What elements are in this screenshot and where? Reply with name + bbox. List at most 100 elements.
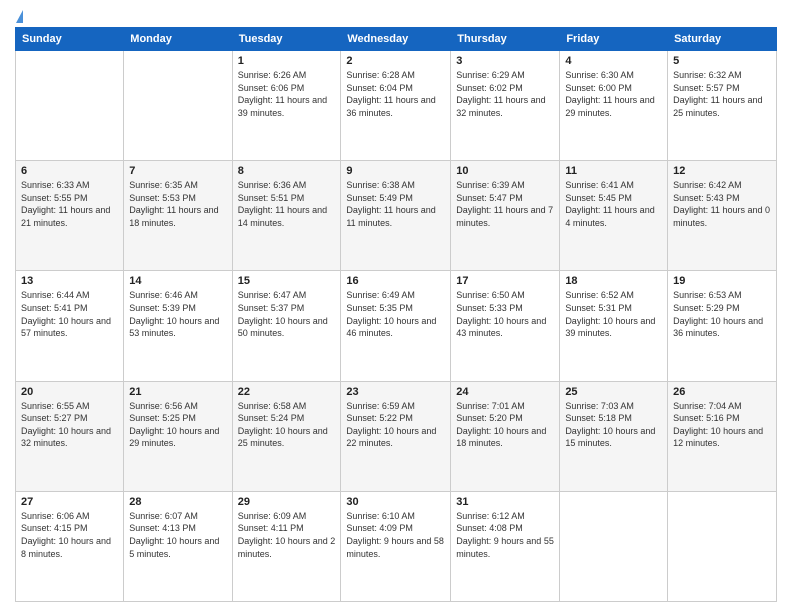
day-number: 16 xyxy=(346,275,445,287)
calendar-cell xyxy=(668,491,777,601)
sunrise-text: Sunrise: 7:01 AM xyxy=(456,400,554,413)
sunrise-text: Sunrise: 7:03 AM xyxy=(565,400,662,413)
sunrise-text: Sunrise: 6:53 AM xyxy=(673,289,771,302)
calendar-cell: 28Sunrise: 6:07 AMSunset: 4:13 PMDayligh… xyxy=(124,491,232,601)
sunset-text: Sunset: 5:47 PM xyxy=(456,192,554,205)
daylight-text: Daylight: 10 hours and 8 minutes. xyxy=(21,535,118,560)
sunset-text: Sunset: 5:18 PM xyxy=(565,412,662,425)
daylight-text: Daylight: 10 hours and 22 minutes. xyxy=(346,425,445,450)
daylight-text: Daylight: 10 hours and 15 minutes. xyxy=(565,425,662,450)
weekday-header-thursday: Thursday xyxy=(451,28,560,51)
daylight-text: Daylight: 11 hours and 29 minutes. xyxy=(565,94,662,119)
daylight-text: Daylight: 11 hours and 11 minutes. xyxy=(346,204,445,229)
daylight-text: Daylight: 10 hours and 43 minutes. xyxy=(456,315,554,340)
day-number: 14 xyxy=(129,275,226,287)
day-info: Sunrise: 6:52 AMSunset: 5:31 PMDaylight:… xyxy=(565,289,662,339)
sunset-text: Sunset: 5:16 PM xyxy=(673,412,771,425)
daylight-text: Daylight: 10 hours and 2 minutes. xyxy=(238,535,336,560)
daylight-text: Daylight: 10 hours and 57 minutes. xyxy=(21,315,118,340)
daylight-text: Daylight: 11 hours and 36 minutes. xyxy=(346,94,445,119)
daylight-text: Daylight: 10 hours and 12 minutes. xyxy=(673,425,771,450)
day-number: 17 xyxy=(456,275,554,287)
day-info: Sunrise: 6:12 AMSunset: 4:08 PMDaylight:… xyxy=(456,510,554,560)
day-info: Sunrise: 6:06 AMSunset: 4:15 PMDaylight:… xyxy=(21,510,118,560)
day-info: Sunrise: 6:30 AMSunset: 6:00 PMDaylight:… xyxy=(565,69,662,119)
sunrise-text: Sunrise: 6:10 AM xyxy=(346,510,445,523)
sunset-text: Sunset: 5:37 PM xyxy=(238,302,336,315)
daylight-text: Daylight: 10 hours and 53 minutes. xyxy=(129,315,226,340)
sunrise-text: Sunrise: 6:38 AM xyxy=(346,179,445,192)
sunset-text: Sunset: 5:57 PM xyxy=(673,82,771,95)
logo-triangle-icon xyxy=(16,10,23,23)
day-info: Sunrise: 6:09 AMSunset: 4:11 PMDaylight:… xyxy=(238,510,336,560)
calendar-cell xyxy=(124,51,232,161)
daylight-text: Daylight: 11 hours and 39 minutes. xyxy=(238,94,336,119)
day-info: Sunrise: 6:36 AMSunset: 5:51 PMDaylight:… xyxy=(238,179,336,229)
sunrise-text: Sunrise: 6:41 AM xyxy=(565,179,662,192)
day-number: 24 xyxy=(456,386,554,398)
sunrise-text: Sunrise: 6:32 AM xyxy=(673,69,771,82)
sunrise-text: Sunrise: 6:06 AM xyxy=(21,510,118,523)
day-number: 31 xyxy=(456,496,554,508)
calendar-cell: 22Sunrise: 6:58 AMSunset: 5:24 PMDayligh… xyxy=(232,381,341,491)
calendar-cell xyxy=(560,491,668,601)
sunrise-text: Sunrise: 6:36 AM xyxy=(238,179,336,192)
sunrise-text: Sunrise: 6:55 AM xyxy=(21,400,118,413)
day-number: 20 xyxy=(21,386,118,398)
sunrise-text: Sunrise: 6:30 AM xyxy=(565,69,662,82)
calendar-cell: 14Sunrise: 6:46 AMSunset: 5:39 PMDayligh… xyxy=(124,271,232,381)
calendar-cell: 19Sunrise: 6:53 AMSunset: 5:29 PMDayligh… xyxy=(668,271,777,381)
daylight-text: Daylight: 10 hours and 32 minutes. xyxy=(21,425,118,450)
day-number: 18 xyxy=(565,275,662,287)
sunset-text: Sunset: 5:49 PM xyxy=(346,192,445,205)
day-info: Sunrise: 6:55 AMSunset: 5:27 PMDaylight:… xyxy=(21,400,118,450)
sunset-text: Sunset: 4:15 PM xyxy=(21,522,118,535)
day-number: 12 xyxy=(673,165,771,177)
sunset-text: Sunset: 6:06 PM xyxy=(238,82,336,95)
calendar-cell: 7Sunrise: 6:35 AMSunset: 5:53 PMDaylight… xyxy=(124,161,232,271)
day-number: 9 xyxy=(346,165,445,177)
sunrise-text: Sunrise: 6:49 AM xyxy=(346,289,445,302)
day-info: Sunrise: 6:07 AMSunset: 4:13 PMDaylight:… xyxy=(129,510,226,560)
calendar-cell: 12Sunrise: 6:42 AMSunset: 5:43 PMDayligh… xyxy=(668,161,777,271)
day-number: 10 xyxy=(456,165,554,177)
calendar-cell: 11Sunrise: 6:41 AMSunset: 5:45 PMDayligh… xyxy=(560,161,668,271)
daylight-text: Daylight: 11 hours and 4 minutes. xyxy=(565,204,662,229)
day-number: 22 xyxy=(238,386,336,398)
header xyxy=(15,10,777,19)
sunset-text: Sunset: 6:00 PM xyxy=(565,82,662,95)
sunset-text: Sunset: 5:31 PM xyxy=(565,302,662,315)
sunset-text: Sunset: 5:53 PM xyxy=(129,192,226,205)
daylight-text: Daylight: 9 hours and 55 minutes. xyxy=(456,535,554,560)
day-number: 5 xyxy=(673,55,771,67)
day-number: 23 xyxy=(346,386,445,398)
day-info: Sunrise: 6:29 AMSunset: 6:02 PMDaylight:… xyxy=(456,69,554,119)
sunrise-text: Sunrise: 6:58 AM xyxy=(238,400,336,413)
calendar-cell: 1Sunrise: 6:26 AMSunset: 6:06 PMDaylight… xyxy=(232,51,341,161)
day-number: 29 xyxy=(238,496,336,508)
day-info: Sunrise: 6:50 AMSunset: 5:33 PMDaylight:… xyxy=(456,289,554,339)
sunrise-text: Sunrise: 6:35 AM xyxy=(129,179,226,192)
sunset-text: Sunset: 5:22 PM xyxy=(346,412,445,425)
calendar-cell: 2Sunrise: 6:28 AMSunset: 6:04 PMDaylight… xyxy=(341,51,451,161)
day-info: Sunrise: 6:59 AMSunset: 5:22 PMDaylight:… xyxy=(346,400,445,450)
calendar-cell: 23 Sunrise: 6:59 AMSunset: 5:22 PMDayligh… xyxy=(341,381,451,491)
day-number: 25 xyxy=(565,386,662,398)
sunrise-text: Sunrise: 6:44 AM xyxy=(21,289,118,302)
logo xyxy=(15,10,24,19)
sunset-text: Sunset: 6:04 PM xyxy=(346,82,445,95)
sunrise-text: Sunrise: 6:33 AM xyxy=(21,179,118,192)
day-number: 15 xyxy=(238,275,336,287)
sunrise-text: Sunrise: 6:46 AM xyxy=(129,289,226,302)
sunrise-text: Sunrise: 6:59 AM xyxy=(346,400,445,413)
sunset-text: Sunset: 5:43 PM xyxy=(673,192,771,205)
day-number: 7 xyxy=(129,165,226,177)
day-number: 4 xyxy=(565,55,662,67)
daylight-text: Daylight: 9 hours and 58 minutes. xyxy=(346,535,445,560)
sunrise-text: Sunrise: 6:52 AM xyxy=(565,289,662,302)
sunset-text: Sunset: 5:35 PM xyxy=(346,302,445,315)
daylight-text: Daylight: 11 hours and 0 minutes. xyxy=(673,204,771,229)
day-info: Sunrise: 6:47 AMSunset: 5:37 PMDaylight:… xyxy=(238,289,336,339)
weekday-header-saturday: Saturday xyxy=(668,28,777,51)
day-number: 2 xyxy=(346,55,445,67)
